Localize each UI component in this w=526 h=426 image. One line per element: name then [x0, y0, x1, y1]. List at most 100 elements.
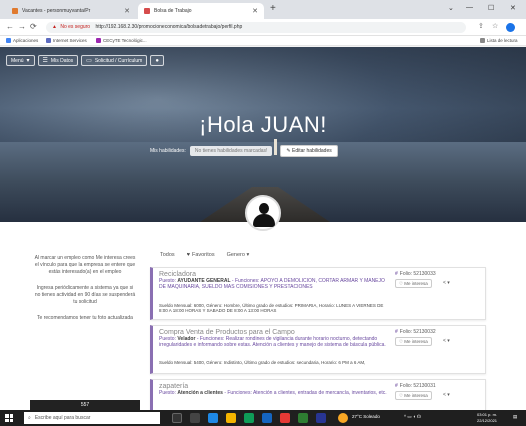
share-icon[interactable]: ⇪ — [478, 22, 484, 30]
clock[interactable]: 03:01 p. m. 22/12/2021 — [477, 412, 497, 423]
bookmark-internet-services[interactable]: Internet Services — [46, 38, 87, 43]
word-icon[interactable] — [316, 413, 326, 423]
forward-icon[interactable]: → — [18, 22, 26, 31]
sidebar-notes: Al marcar un empleo como Me interesa cre… — [30, 255, 140, 331]
user-silhouette-body — [253, 214, 275, 227]
job-description: Puesto: Atención a clientes - Funciones:… — [159, 390, 387, 396]
hash-icon: # — [395, 329, 398, 335]
job-card[interactable]: Recicladora Puesto: AYUDANTE GENERAL - F… — [150, 267, 486, 320]
tab-search-icon[interactable]: ⌄ — [448, 4, 454, 12]
bookmark-aplicaciones[interactable]: Aplicaciones — [6, 38, 38, 43]
filter-all[interactable]: Todos — [160, 252, 175, 258]
job-folio: # Folio: 52130033 — [395, 271, 436, 277]
notifications-icon[interactable]: ▤ — [513, 414, 517, 420]
job-company: Recicladora — [159, 271, 196, 278]
windows-start-icon[interactable] — [5, 414, 13, 422]
share-dropdown[interactable]: < ▾ — [443, 392, 450, 398]
chevron-down-icon: ▾ — [26, 58, 30, 64]
menu-button[interactable]: Menú ▾ — [6, 55, 35, 66]
job-card[interactable]: zapatería Puesto: Atención a clientes - … — [150, 379, 486, 410]
back-icon[interactable]: ← — [6, 22, 14, 31]
solicitud-button[interactable]: ▭ Solicitud / Currículum — [81, 55, 148, 66]
skills-row: Mis habilidades: No tienes habilidades m… — [150, 145, 338, 157]
bookmark-favicon-icon — [96, 38, 101, 43]
taskbar: ⌕ Escribe aquí para buscar 27°C Soleado … — [0, 410, 526, 426]
tab-label: Bolsa de Trabajo — [154, 8, 192, 14]
user-button[interactable]: ● — [150, 55, 164, 66]
apps-icon — [6, 38, 11, 43]
close-icon[interactable]: ✕ — [252, 7, 258, 15]
cortana-icon[interactable] — [172, 413, 182, 423]
share-dropdown[interactable]: < ▾ — [443, 280, 450, 286]
maximize-button[interactable]: ☐ — [488, 4, 494, 12]
security-label: No es seguro — [60, 24, 91, 30]
weather-icon — [338, 413, 348, 423]
interest-button[interactable]: ♡ Me interesa — [395, 279, 432, 288]
mis-datos-button[interactable]: ☰ Mis Datos — [37, 55, 79, 66]
search-icon: ⌕ — [28, 415, 31, 421]
interest-button[interactable]: ♡ Me interesa — [395, 337, 432, 346]
minimize-button[interactable]: — — [466, 4, 473, 11]
store-icon[interactable] — [244, 413, 254, 423]
chevron-down-icon: ▾ — [244, 252, 250, 258]
job-meta: Sueldo Mensual: 5400, Género: Indistinto… — [159, 360, 366, 365]
url-field[interactable]: ▲ No es seguro http://192.168.2.30/promo… — [46, 22, 466, 33]
job-folio: # Folio: 52130032 — [395, 329, 436, 335]
new-tab-button[interactable]: + — [270, 3, 276, 14]
tray-icons[interactable]: ^ ▭ ◖ ☊ — [404, 414, 421, 420]
job-meta: Sueldo Mensual: 6000, Género: Hombre, Úl… — [159, 303, 384, 313]
file-explorer-icon[interactable] — [226, 413, 236, 423]
top-nav: Menú ▾ ☰ Mis Datos ▭ Solicitud / Currícu… — [6, 55, 164, 66]
note-text: Ingresa periódicamente a sistema ya que … — [34, 285, 136, 305]
filter-genre[interactable]: Genero ▾ — [227, 252, 250, 258]
heart-icon: ♥ — [186, 252, 190, 258]
menu-label: Menú — [11, 57, 24, 64]
page-title: ¡Hola JUAN! — [199, 112, 327, 137]
reload-icon[interactable]: ⟳ — [30, 22, 37, 31]
page: Menú ▾ ☰ Mis Datos ▭ Solicitud / Currícu… — [0, 47, 526, 410]
tab-label: Vacantes - personmuyvanta/Pr — [22, 8, 91, 14]
bookmarks-bar: Aplicaciones Internet Services CECyTE Te… — [0, 36, 526, 46]
bookmark-cecyte[interactable]: CECyTE Tecnológic... — [96, 38, 147, 43]
skills-badge: No tienes habilidades marcadas! — [189, 146, 273, 156]
task-view-icon[interactable] — [190, 413, 200, 423]
document-icon: ▭ — [86, 58, 92, 64]
star-icon[interactable]: ☆ — [492, 22, 498, 30]
taskbar-search-input[interactable]: ⌕ Escribe aquí para buscar — [24, 412, 160, 424]
job-description: Puesto: AYUDANTE GENERAL - Funciones: AP… — [159, 278, 385, 290]
interest-button[interactable]: ♡ Me interesa — [395, 391, 432, 400]
filter-bar: Todos ♥ Favoritos Genero ▾ — [160, 252, 249, 258]
job-description: Puesto: Velador - Funciones: Realizar ro… — [159, 336, 386, 348]
note-text: Te recomendamos tener tu foto actualizad… — [37, 315, 133, 321]
address-bar: ← → ⟳ ▲ No es seguro http://192.168.2.30… — [0, 19, 526, 36]
url-text: http://192.168.2.30/promocioneconomica/b… — [95, 24, 243, 30]
warning-icon: ▲ — [52, 24, 57, 30]
filter-favorites[interactable]: ♥ Favoritos — [187, 252, 215, 258]
reading-list-icon — [480, 38, 485, 43]
note-text: Al marcar un empleo como Me interesa cre… — [34, 255, 136, 275]
mail-icon[interactable] — [262, 413, 272, 423]
chrome-icon[interactable] — [280, 413, 290, 423]
edge-icon[interactable] — [208, 413, 218, 423]
job-folio: # Folio: 52130031 — [395, 383, 436, 389]
edit-skills-button[interactable]: ✎ Editar habilidades — [280, 145, 338, 157]
tab-favicon-icon — [144, 8, 150, 14]
close-window-button[interactable]: ✕ — [510, 4, 516, 12]
reading-list[interactable]: Lista de lectura — [480, 38, 518, 43]
avatar[interactable] — [506, 23, 515, 32]
browser-tabstrip: Vacantes - personmuyvanta/Pr ✕ Bolsa de … — [0, 0, 526, 19]
job-company: zapatería — [159, 383, 189, 390]
profile-photo[interactable] — [245, 195, 281, 231]
skills-label: Mis habilidades: — [150, 148, 186, 154]
job-position: Atención a clientes — [177, 390, 223, 396]
close-icon[interactable]: ✕ — [124, 7, 130, 15]
list-icon: ☰ — [42, 58, 48, 64]
user-silhouette-icon — [259, 203, 269, 214]
tab-vacantes[interactable]: Vacantes - personmuyvanta/Pr ✕ — [6, 3, 136, 19]
tab-bolsa-de-trabajo[interactable]: Bolsa de Trabajo ✕ — [138, 3, 264, 19]
excel-icon[interactable] — [298, 413, 308, 423]
tab-favicon-icon — [12, 8, 18, 14]
job-card[interactable]: Compra Venta de Productos para el Campo … — [150, 325, 486, 374]
globe-icon — [46, 38, 51, 43]
share-dropdown[interactable]: < ▾ — [443, 338, 450, 344]
